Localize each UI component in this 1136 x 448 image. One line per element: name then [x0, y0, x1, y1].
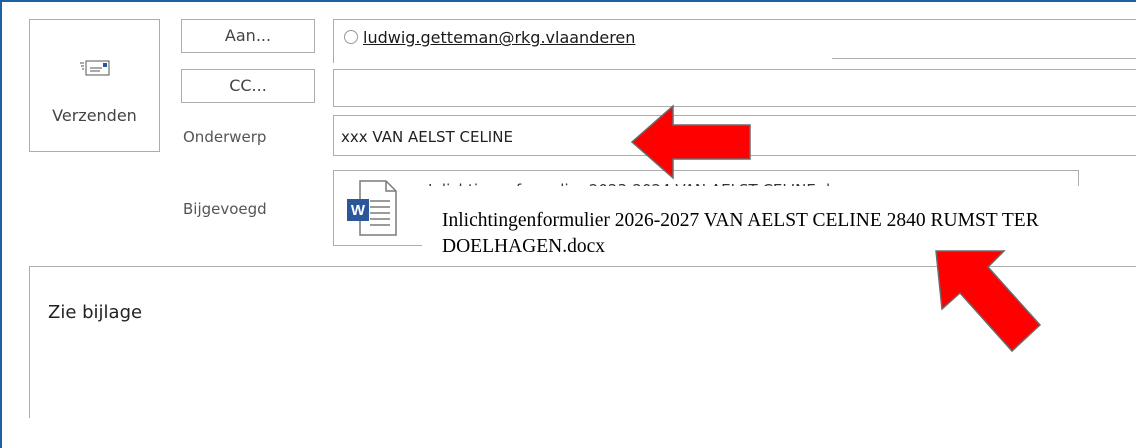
to-button[interactable]: Aan... — [181, 19, 315, 53]
recipient-address: ludwig.getteman@rkg.vlaanderen — [363, 28, 636, 47]
recipient-chip[interactable]: ludwig.getteman@rkg.vlaanderen — [344, 28, 635, 47]
message-body-text: Zie bijlage — [48, 302, 143, 323]
window-left-border — [0, 0, 2, 448]
svg-text:W: W — [351, 202, 366, 219]
word-document-icon: W — [347, 180, 397, 236]
subject-value: xxx VAN AELST CELINE — [341, 128, 513, 146]
subject-label: Onderwerp — [183, 128, 267, 146]
presence-circle-icon — [344, 30, 358, 44]
red-arrow-left-icon — [630, 104, 751, 180]
to-field-underline — [832, 58, 1136, 59]
red-arrow-up-left-icon — [935, 250, 1042, 353]
send-button-label: Verzenden — [52, 106, 137, 125]
send-button[interactable]: Verzenden — [29, 19, 160, 152]
send-envelope-icon — [80, 60, 110, 76]
outlook-compose-window: Verzenden Aan... ludwig.getteman@rkg.vla… — [0, 0, 1136, 448]
window-top-border — [0, 0, 1136, 2]
cc-button[interactable]: CC... — [181, 69, 315, 103]
attached-label: Bijgevoegd — [183, 200, 267, 218]
